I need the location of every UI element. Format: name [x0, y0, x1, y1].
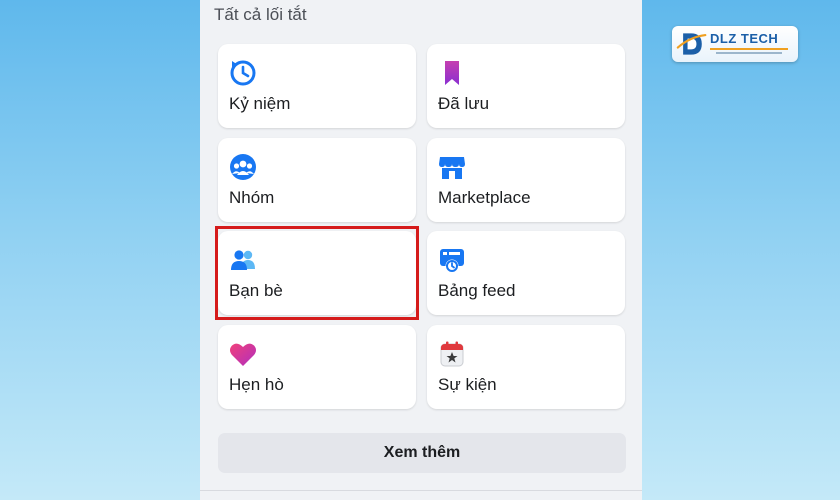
logo-tagline	[716, 52, 782, 54]
brand-logo: DLZ TECH	[672, 26, 798, 62]
groups-icon	[230, 154, 256, 180]
dlz-logo-icon	[676, 33, 707, 55]
shortcut-memories[interactable]: Kỷ niệm	[218, 44, 416, 128]
shortcut-saved[interactable]: Đã lưu	[427, 44, 625, 128]
events-calendar-icon	[440, 341, 464, 367]
saved-bookmark-icon	[445, 61, 459, 85]
dating-heart-icon	[230, 343, 256, 366]
shortcut-label: Sự kiện	[438, 375, 497, 394]
logo-text: DLZ TECH	[710, 31, 779, 46]
shortcut-marketplace[interactable]: Marketplace	[427, 138, 625, 222]
shortcut-dating[interactable]: Hẹn hò	[218, 325, 416, 409]
friends-icon	[231, 250, 255, 270]
shortcut-label: Hẹn hò	[229, 375, 284, 394]
shortcut-label: Kỷ niệm	[229, 94, 291, 113]
shortcut-events[interactable]: Sự kiện	[427, 325, 625, 409]
shortcut-label: Bảng feed	[438, 281, 516, 300]
shortcut-label: Nhóm	[229, 188, 275, 207]
section-title: Tất cả lối tắt	[214, 5, 307, 24]
see-more-button[interactable]: Xem thêm	[218, 433, 626, 473]
shortcut-label: Đã lưu	[438, 94, 490, 113]
shortcut-friends[interactable]: Bạn bè	[218, 231, 416, 315]
shortcut-label: Bạn bè	[229, 281, 283, 300]
shortcut-label: Marketplace	[438, 188, 531, 207]
memories-clock-icon	[230, 60, 256, 86]
divider	[200, 490, 642, 491]
shortcut-groups[interactable]: Nhóm	[218, 138, 416, 222]
feeds-icon	[440, 249, 464, 273]
shortcuts-panel: Tất cả lối tắt Kỷ niệm Đã lưu Nhóm Marke…	[200, 0, 642, 500]
logo-underline	[710, 48, 788, 50]
shortcut-feeds[interactable]: Bảng feed	[427, 231, 625, 315]
marketplace-store-icon	[439, 157, 465, 179]
